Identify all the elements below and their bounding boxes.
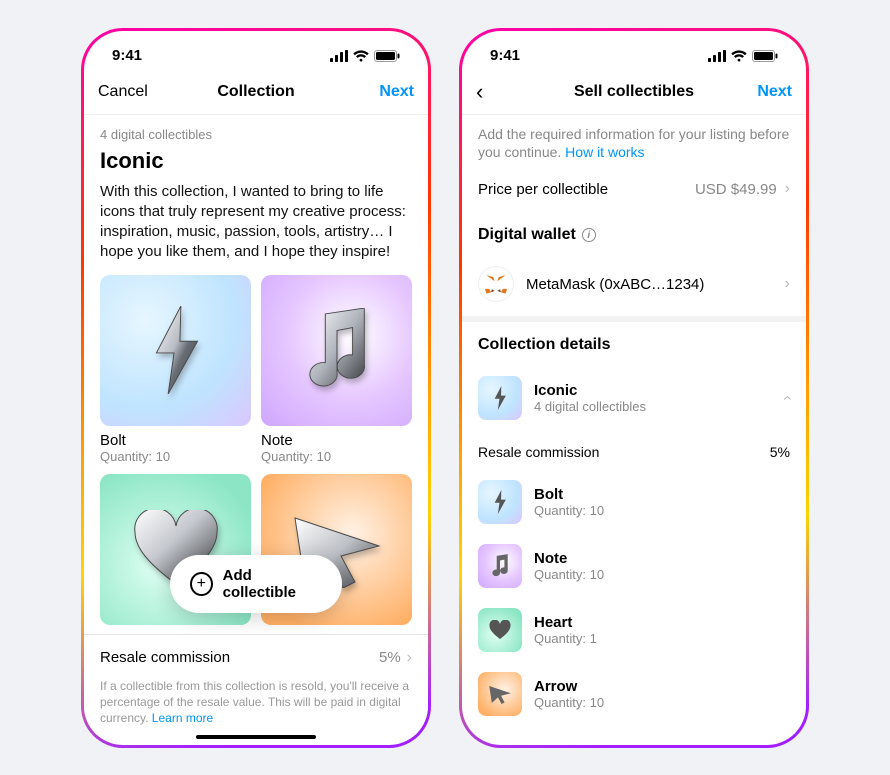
phone-sell: 9:41 ‹ Sell collectibles Next Add the re… xyxy=(459,28,809,748)
list-item[interactable]: Bolt Quantity: 10 xyxy=(462,470,806,534)
item-quantity: Quantity: 10 xyxy=(534,695,790,710)
next-button[interactable]: Next xyxy=(732,83,792,101)
item-quantity: Quantity: 10 xyxy=(534,567,790,582)
price-value: USD $49.99 xyxy=(695,181,777,198)
chevron-right-icon: › xyxy=(785,275,790,293)
collection-summary-row[interactable]: Iconic 4 digital collectibles › xyxy=(462,362,806,434)
status-icons xyxy=(708,50,778,62)
resale-value: 5% xyxy=(379,649,401,666)
note-icon xyxy=(298,308,376,392)
how-it-works-link[interactable]: How it works xyxy=(565,144,644,160)
chevron-right-icon: › xyxy=(785,180,790,198)
price-row[interactable]: Price per collectible USD $49.99 › xyxy=(462,166,806,212)
list-item[interactable]: Arrow Quantity: 10 xyxy=(462,662,806,726)
add-label: Add collectible xyxy=(223,567,322,601)
note-image xyxy=(261,275,412,426)
bolt-icon xyxy=(491,386,509,410)
chevron-up-icon: › xyxy=(778,396,796,401)
collectible-tile[interactable]: Bolt Quantity: 10 xyxy=(100,275,251,464)
bolt-image xyxy=(100,275,251,426)
wallet-name: MetaMask (0xABC…1234) xyxy=(526,276,785,293)
signal-icon xyxy=(330,50,348,62)
wallet-header: Digital wallet i xyxy=(462,212,806,252)
item-thumb xyxy=(478,672,522,716)
plus-icon: + xyxy=(190,572,213,596)
list-item[interactable]: Note Quantity: 10 xyxy=(462,534,806,598)
resale-footnote: If a collectible from this collection is… xyxy=(84,672,428,735)
status-icons xyxy=(330,50,400,62)
item-name: Note xyxy=(534,550,790,567)
resale-label: Resale commission xyxy=(100,649,230,666)
collection-sub: 4 digital collectibles xyxy=(534,399,785,414)
add-collectible-button[interactable]: + Add collectible xyxy=(170,555,342,613)
item-quantity: Quantity: 1 xyxy=(534,631,790,646)
wallet-header-label: Digital wallet xyxy=(478,226,576,244)
tile-quantity: Quantity: 10 xyxy=(100,449,251,464)
item-name: Bolt xyxy=(534,486,790,503)
nav-title: Sell collectibles xyxy=(536,83,732,101)
metamask-icon xyxy=(478,266,514,302)
info-icon[interactable]: i xyxy=(582,228,596,242)
learn-more-link[interactable]: Learn more xyxy=(152,711,213,725)
collection-details-header: Collection details xyxy=(462,322,806,362)
wallet-row[interactable]: MetaMask (0xABC…1234) › xyxy=(462,252,806,316)
collectible-list: Bolt Quantity: 10 Note Quantity: 10 Hear… xyxy=(462,470,806,726)
home-indicator xyxy=(196,735,316,739)
collection-description: With this collection, I wanted to bring … xyxy=(100,182,412,263)
status-time: 9:41 xyxy=(490,47,520,64)
nav-bar: ‹ Sell collectibles Next xyxy=(462,71,806,115)
list-item[interactable]: Heart Quantity: 1 xyxy=(462,598,806,662)
bolt-icon xyxy=(141,306,211,394)
resale-value: 5% xyxy=(770,444,790,460)
status-bar: 9:41 xyxy=(84,31,428,71)
item-thumb xyxy=(478,480,522,524)
nav-bar: Cancel Collection Next xyxy=(84,71,428,115)
collection-name: Iconic xyxy=(534,382,785,399)
back-button[interactable]: ‹ xyxy=(476,81,536,103)
collectible-tile[interactable]: Note Quantity: 10 xyxy=(261,275,412,464)
collection-thumb xyxy=(478,376,522,420)
wifi-icon xyxy=(731,50,747,62)
resale-commission-line: Resale commission 5% xyxy=(462,434,806,470)
wifi-icon xyxy=(353,50,369,62)
resale-label: Resale commission xyxy=(478,444,599,460)
listing-intro: Add the required information for your li… xyxy=(462,115,806,167)
chevron-right-icon: › xyxy=(407,649,412,667)
battery-icon xyxy=(752,50,778,62)
next-button[interactable]: Next xyxy=(354,83,414,101)
collection-title: Iconic xyxy=(100,148,412,174)
collectible-count: 4 digital collectibles xyxy=(100,127,412,142)
battery-icon xyxy=(374,50,400,62)
cancel-button[interactable]: Cancel xyxy=(98,83,158,101)
item-name: Arrow xyxy=(534,678,790,695)
phone-collection: 9:41 Cancel Collection Next 4 digital co… xyxy=(81,28,431,748)
item-thumb xyxy=(478,608,522,652)
item-quantity: Quantity: 10 xyxy=(534,503,790,518)
tile-name: Note xyxy=(261,432,412,449)
item-name: Heart xyxy=(534,614,790,631)
price-label: Price per collectible xyxy=(478,181,695,198)
tile-quantity: Quantity: 10 xyxy=(261,449,412,464)
nav-title: Collection xyxy=(158,83,354,101)
tile-name: Bolt xyxy=(100,432,251,449)
footnote-text: If a collectible from this collection is… xyxy=(100,679,409,725)
item-thumb xyxy=(478,544,522,588)
signal-icon xyxy=(708,50,726,62)
status-time: 9:41 xyxy=(112,47,142,64)
status-bar: 9:41 xyxy=(462,31,806,71)
